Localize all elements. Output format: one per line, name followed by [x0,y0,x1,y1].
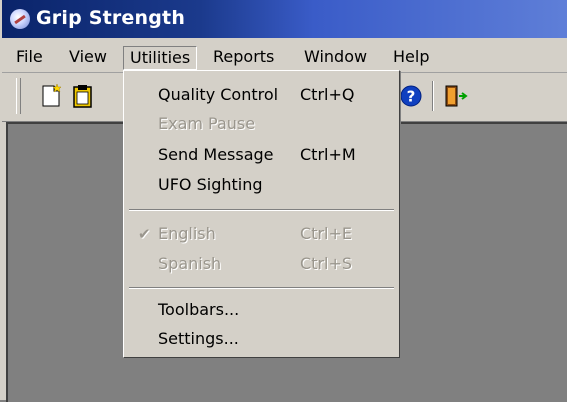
menu-file[interactable]: File [10,46,49,70]
menu-item-label: Exam Pause [158,114,256,133]
checkmark-icon: ✔ [138,225,151,243]
menu-item-shortcut: Ctrl+E [300,224,352,243]
menu-item-label: Spanish [158,254,222,273]
menu-item-label: English [158,224,216,243]
menu-bar: File View Utilities Reports Window Help [2,38,567,73]
menu-item-quality-control[interactable]: Quality Control Ctrl+Q [124,81,399,109]
menu-window[interactable]: Window [298,46,373,70]
menu-separator [129,287,394,289]
menu-item-shortcut: Ctrl+M [300,145,356,164]
utilities-dropdown-menu: Quality Control Ctrl+Q Exam Pause Send M… [123,70,400,358]
toolbar-grip[interactable] [16,78,21,114]
menu-item-shortcut: Ctrl+S [300,254,353,273]
menu-help[interactable]: Help [387,46,435,70]
menu-separator [129,209,394,211]
menu-item-english[interactable]: ✔ English Ctrl+E [124,220,399,248]
menu-item-label: Quality Control [158,85,279,104]
app-icon[interactable] [10,9,30,29]
toolbar-separator [432,81,434,111]
help-glyph: ? [407,88,416,106]
new-document-icon[interactable] [38,83,64,109]
menu-item-shortcut: Ctrl+Q [300,85,355,104]
menu-item-spanish[interactable]: Spanish Ctrl+S [124,250,399,278]
menu-item-settings[interactable]: Settings... [124,325,399,353]
menu-item-exam-pause[interactable]: Exam Pause [124,110,399,138]
menu-item-label: UFO Sighting [158,175,263,194]
menu-item-toolbars[interactable]: Toolbars... [124,296,399,324]
application-window: Grip Strength File View Utilities Report… [0,0,567,402]
exit-door-icon[interactable] [442,83,468,109]
clipboard-icon[interactable] [70,83,96,109]
menu-item-label: Toolbars... [158,300,240,319]
menu-item-send-message[interactable]: Send Message Ctrl+M [124,141,399,169]
window-title: Grip Strength [36,7,186,29]
title-bar[interactable]: Grip Strength [2,0,567,38]
menu-view[interactable]: View [63,46,113,70]
menu-item-label: Send Message [158,145,274,164]
help-icon[interactable]: ? [398,83,424,109]
menu-item-ufo-sighting[interactable]: UFO Sighting [124,171,399,199]
menu-utilities[interactable]: Utilities [123,46,198,70]
menu-reports[interactable]: Reports [207,46,280,70]
menu-item-label: Settings... [158,329,239,348]
